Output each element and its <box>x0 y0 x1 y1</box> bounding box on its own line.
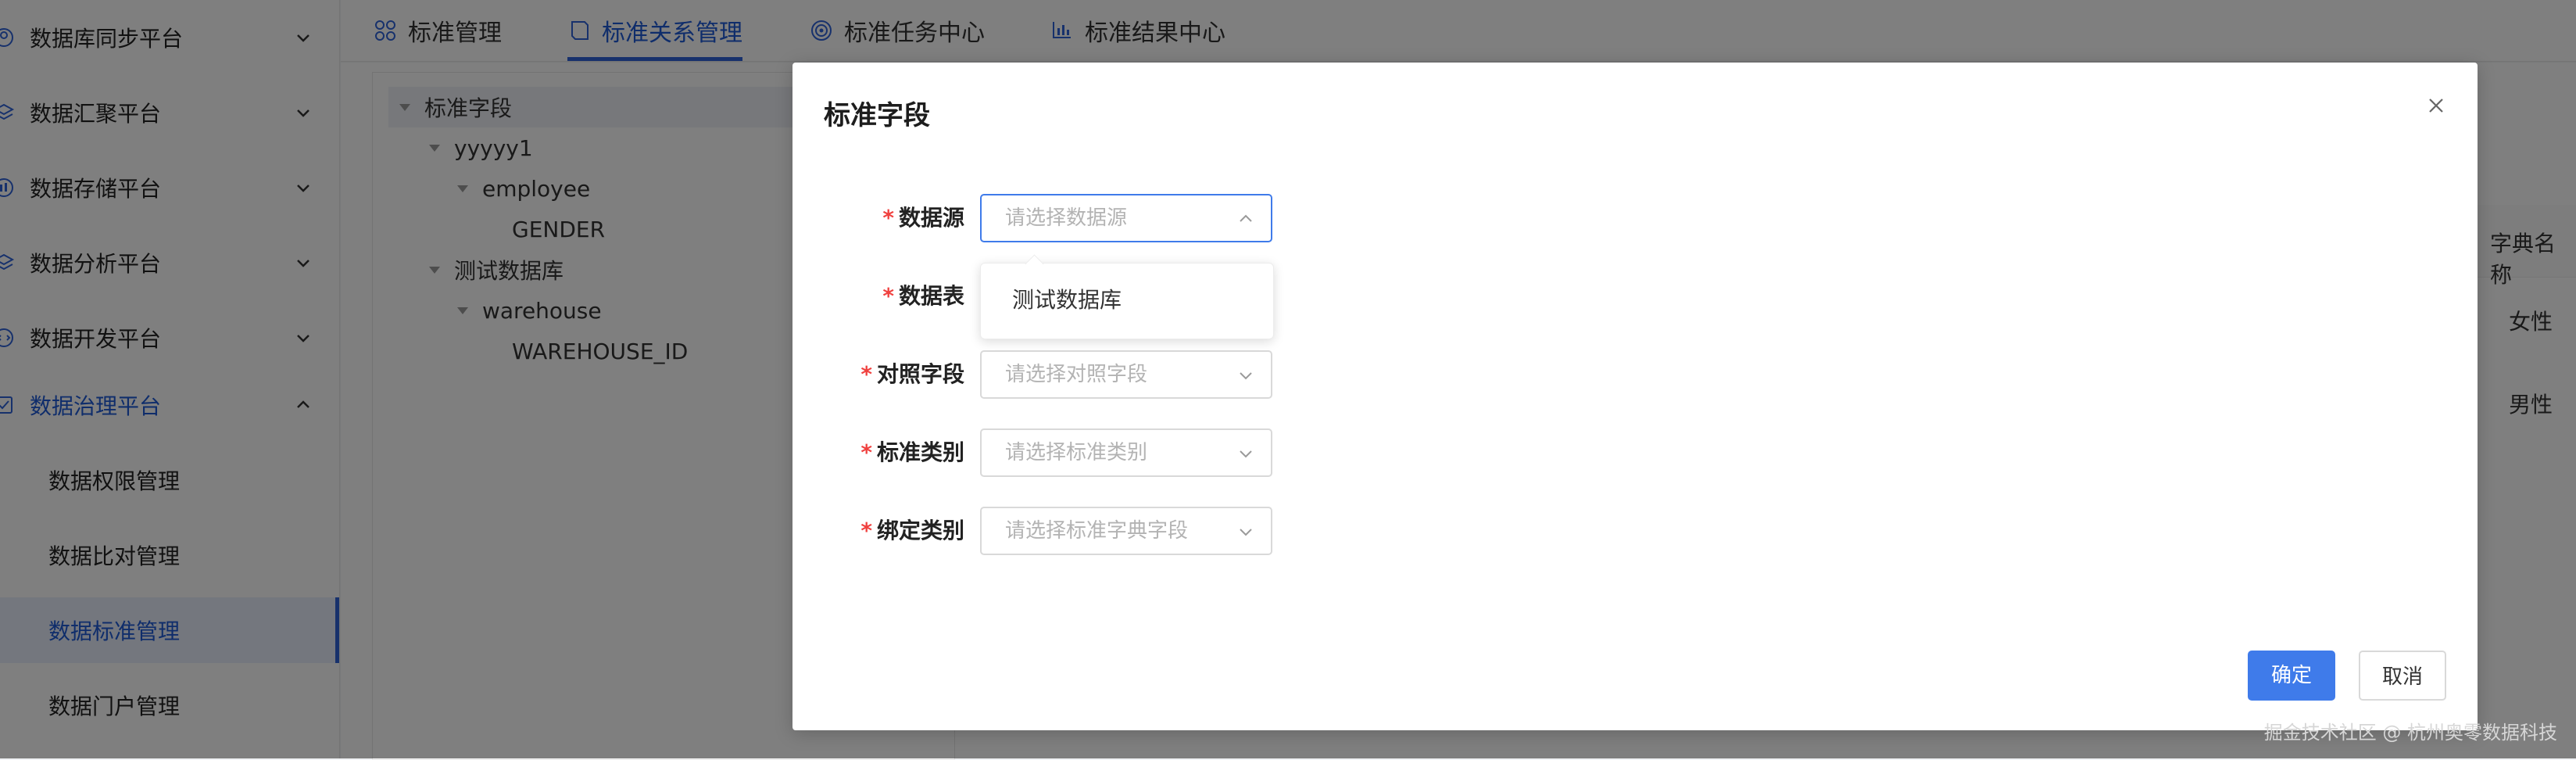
label-text: 数据源 <box>898 205 964 231</box>
dropdown-option[interactable]: 测试数据库 <box>981 274 1273 326</box>
required-mark: * <box>882 205 894 231</box>
chevron-up-icon <box>1240 214 1252 222</box>
cancel-button[interactable]: 取消 <box>2359 651 2446 701</box>
label-text: 绑定类别 <box>876 518 964 543</box>
binding-category-select[interactable]: 请选择标准字典字段 <box>980 507 1272 555</box>
form-row-datasource: * 数据源 请选择数据源 <box>792 192 1308 244</box>
chevron-down-icon <box>1240 372 1252 380</box>
label-text: 对照字段 <box>876 361 964 387</box>
chevron-down-icon <box>1240 450 1252 458</box>
select-placeholder: 请选择标准字典字段 <box>1005 519 1189 543</box>
modal-title: 标准字段 <box>824 100 930 131</box>
form-label: * 标准类别 <box>792 427 964 479</box>
datasource-select[interactable]: 请选择数据源 <box>980 194 1272 242</box>
required-mark: * <box>860 361 872 387</box>
form-row-reference-field: * 对照字段 请选择对照字段 <box>792 349 1308 400</box>
required-mark: * <box>860 518 872 543</box>
label-text: 数据表 <box>898 283 964 309</box>
required-mark: * <box>882 283 894 309</box>
reference-field-select[interactable]: 请选择对照字段 <box>980 350 1272 399</box>
required-mark: * <box>860 439 872 465</box>
select-placeholder: 请选择标准类别 <box>1005 441 1148 464</box>
select-placeholder: 请选择对照字段 <box>1005 363 1148 386</box>
close-icon[interactable] <box>2424 94 2448 117</box>
label-text: 标准类别 <box>876 439 964 465</box>
standard-category-select[interactable]: 请选择标准类别 <box>980 428 1272 477</box>
form-row-standard-category: * 标准类别 请选择标准类别 <box>792 427 1308 479</box>
watermark: 掘金技术社区 @ 杭州奥零数据科技 <box>2263 722 2557 744</box>
dropdown-arrow <box>1025 254 1044 274</box>
form-row-binding-category: * 绑定类别 请选择标准字典字段 <box>792 505 1308 557</box>
datasource-dropdown: 测试数据库 <box>980 254 1274 339</box>
form-label: * 数据表 <box>792 271 964 322</box>
select-placeholder: 请选择数据源 <box>1005 206 1128 230</box>
form-label: * 绑定类别 <box>792 505 964 557</box>
standard-field-modal: 标准字段 * 数据源 请选择数据源 * 数据表 * 对照字段 请选择对照字段 * 标准类… <box>792 63 2478 730</box>
confirm-button[interactable]: 确定 <box>2248 651 2335 701</box>
form-label: * 对照字段 <box>792 349 964 400</box>
chevron-down-icon <box>1240 529 1252 536</box>
form-label: * 数据源 <box>792 192 964 244</box>
